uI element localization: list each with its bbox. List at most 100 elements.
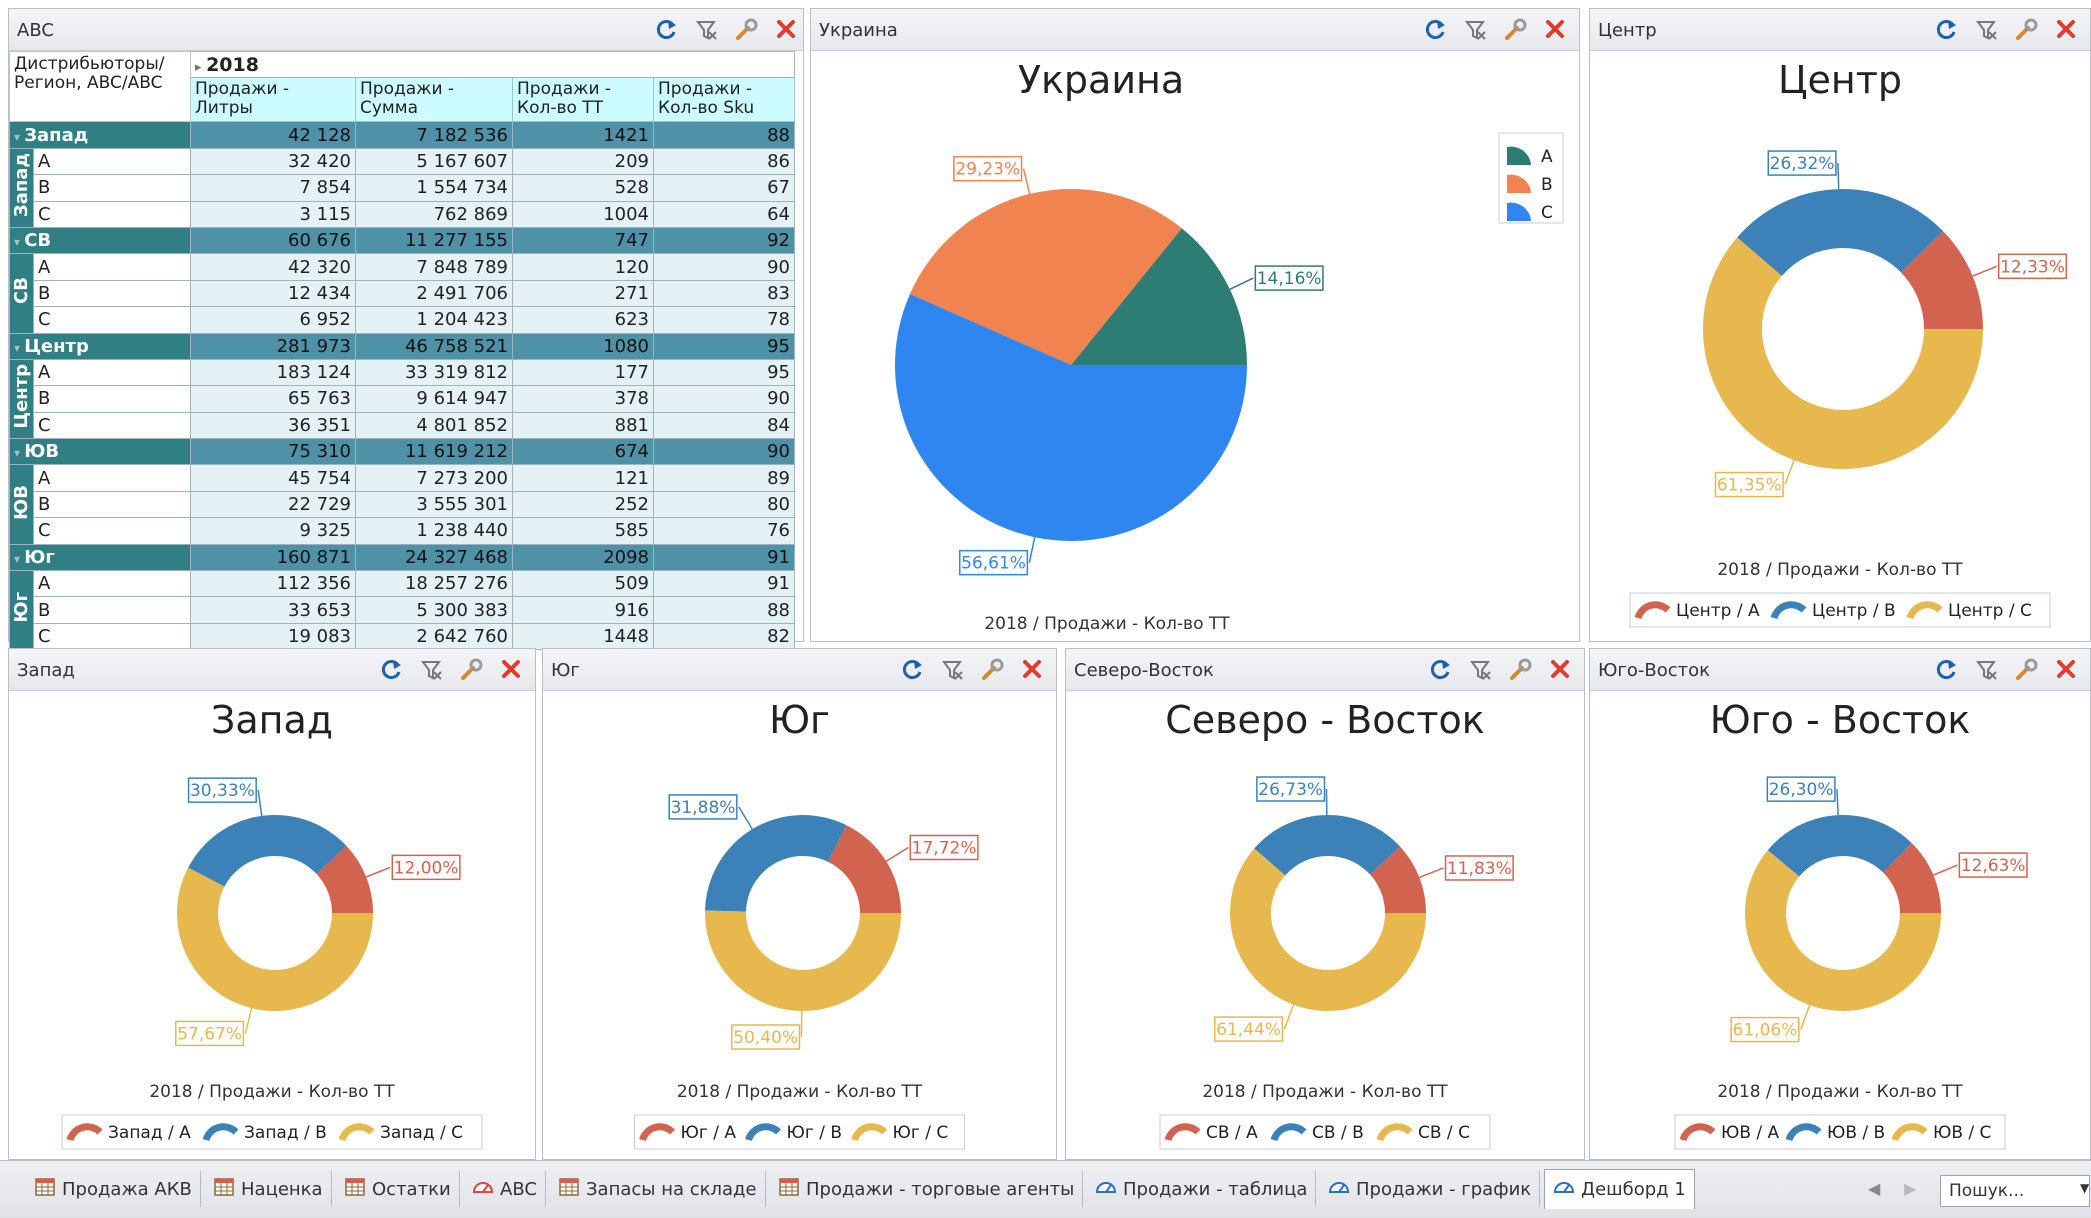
table-icon-graphic	[779, 1177, 799, 1196]
close-icon[interactable]	[1543, 17, 1569, 43]
value-label: 31,88%	[671, 798, 736, 818]
legend-label: Запад / A	[108, 1123, 191, 1143]
pivot-group-row[interactable]: ▾ Центр 281 973 46 758 521 1080 95	[9, 332, 795, 360]
close-icon[interactable]	[499, 657, 525, 683]
pivot-group-vertical-label: ЮВ	[9, 464, 34, 545]
refresh-icon[interactable]	[1428, 657, 1454, 683]
close-icon[interactable]	[1020, 657, 1046, 683]
pivot-group-row[interactable]: ▾ Запад 42 128 7 182 536 1421 88	[9, 121, 795, 149]
settings-wrench-icon[interactable]	[2014, 17, 2040, 43]
tab-продажи---торговые-агенты[interactable]: Продажи - торговые агенты	[770, 1171, 1084, 1207]
settings-wrench-icon[interactable]	[1503, 17, 1529, 43]
close-icon[interactable]	[774, 17, 800, 43]
refresh-icon[interactable]	[379, 657, 405, 683]
settings-wrench-icon[interactable]	[1508, 657, 1534, 683]
tab-label: Остатки	[372, 1178, 451, 1200]
filter-cross	[708, 31, 717, 40]
pivot-group-label[interactable]: ▾ Центр	[9, 332, 191, 360]
slice-C	[705, 910, 901, 1011]
pivot-cell: 90	[653, 253, 795, 281]
settings-wrench-icon[interactable]	[459, 657, 485, 683]
refresh-icon[interactable]	[900, 657, 926, 683]
expand-triangle-icon[interactable]: ▸	[195, 60, 206, 75]
clear-filter-icon[interactable]	[419, 657, 445, 683]
abc-panel: ABC Дистрибьюторы/Регион, ABC/ABC ▸ 2018 П…	[8, 8, 804, 651]
settings-wrench-icon-graphic	[2016, 658, 2038, 680]
tab-scroll-right-icon[interactable]: ▶	[1904, 1179, 1916, 1198]
tab-наценка[interactable]: Наценка	[205, 1171, 332, 1207]
pivot-column-header[interactable]: Продажи - Литры	[190, 77, 356, 123]
pivot-year-header[interactable]: ▸ 2018	[190, 50, 795, 79]
tab-abc[interactable]: ABC	[464, 1171, 546, 1207]
clear-filter-icon[interactable]	[694, 17, 720, 43]
collapse-triangle-icon[interactable]: ▾	[14, 341, 24, 355]
tab-label: Запасы на складе	[586, 1178, 757, 1200]
pivot-row-label: C	[33, 517, 191, 545]
pivot-cell: 112 356	[190, 570, 356, 598]
pivot-group-label[interactable]: ▾ Запад	[9, 121, 191, 149]
tab-дешборд-1[interactable]: Дешборд 1	[1544, 1169, 1695, 1209]
refresh-arrow	[1437, 20, 1445, 29]
search-dropdown-icon[interactable]: ▼	[2080, 1181, 2089, 1195]
value-label: 26,30%	[1769, 780, 1834, 800]
close-icon[interactable]	[2054, 17, 2080, 43]
pivot-total-cell: 90	[653, 438, 795, 466]
pivot-total-cell: 88	[653, 121, 795, 149]
table-icon	[778, 1176, 800, 1203]
settings-wrench-icon[interactable]	[2014, 657, 2040, 683]
tab-продажи---таблица[interactable]: Продажи - таблица	[1087, 1171, 1317, 1207]
pivot-cell: 7 848 789	[355, 253, 513, 281]
collapse-triangle-icon[interactable]: ▾	[14, 446, 24, 460]
tab-продажи---график[interactable]: Продажи - график	[1320, 1171, 1541, 1207]
collapse-triangle-icon[interactable]: ▾	[14, 130, 24, 144]
tab-продажа-акв[interactable]: Продажа АКВ	[26, 1171, 201, 1207]
refresh-icon[interactable]	[1934, 17, 1960, 43]
tab-scroll-left-icon[interactable]: ◀	[1868, 1179, 1880, 1198]
pivot-total-cell: 674	[512, 438, 654, 466]
clear-filter-icon[interactable]	[940, 657, 966, 683]
chart-title: Центр	[1778, 58, 1902, 102]
pivot-group-row[interactable]: ▾ СВ 60 676 11 277 155 747 92	[9, 226, 795, 255]
collapse-triangle-icon[interactable]: ▾	[14, 552, 24, 566]
pivot-total-cell: 60 676	[190, 226, 356, 255]
clear-filter-icon-graphic	[1470, 661, 1491, 680]
dashboard-icon-graphic	[472, 1181, 494, 1193]
settings-wrench-icon-graphic	[1510, 658, 1532, 680]
refresh-icon[interactable]	[1423, 17, 1449, 43]
pivot-column-header[interactable]: Продажи - Кол-во Sku	[653, 77, 795, 123]
pivot-cell: 12 434	[190, 279, 356, 308]
tab-запасы-на-складе[interactable]: Запасы на складе	[550, 1171, 766, 1207]
refresh-icon-graphic	[1936, 660, 1956, 679]
chart-body: Украина 14,16% 29,23% 56,61% 2018 / Продажи …	[811, 51, 1579, 641]
close-icon-graphic	[2057, 660, 2075, 678]
pivot-group-row[interactable]: ▾ ЮВ 75 310 11 619 212 674 90	[9, 438, 795, 466]
settings-wrench-icon-graphic	[1505, 18, 1527, 40]
legend-label: ЮВ / B	[1827, 1123, 1885, 1143]
pivot-total-cell: 42 128	[190, 121, 356, 149]
clear-filter-icon[interactable]	[1468, 657, 1494, 683]
search-input[interactable]: Пошук...	[1940, 1175, 2090, 1207]
pivot-group-row[interactable]: ▾ Юг 160 871 24 327 468 2098 91	[9, 543, 795, 572]
tab-остатки[interactable]: Остатки	[336, 1171, 460, 1207]
pivot-group-label[interactable]: ▾ СВ	[9, 226, 191, 255]
pivot-group-label[interactable]: ▾ Юг	[9, 543, 191, 572]
refresh-icon[interactable]	[654, 17, 680, 43]
close-icon-graphic	[1546, 20, 1564, 38]
refresh-arrow	[1442, 660, 1450, 669]
close-icon[interactable]	[2054, 657, 2080, 683]
clear-filter-icon[interactable]	[1974, 17, 2000, 43]
clear-filter-icon[interactable]	[1463, 17, 1489, 43]
settings-wrench-icon[interactable]	[980, 657, 1006, 683]
label-leader-line	[1419, 867, 1444, 879]
pivot-column-header[interactable]: Продажи - Кол-во ТТ	[512, 77, 654, 123]
pivot-group-label[interactable]: ▾ ЮВ	[9, 438, 191, 466]
pivot-column-header[interactable]: Продажи - Сумма	[355, 77, 513, 123]
close-icon-graphic	[777, 20, 795, 38]
close-icon[interactable]	[1548, 657, 1574, 683]
refresh-icon[interactable]	[1934, 657, 1960, 683]
settings-wrench-icon[interactable]	[734, 17, 760, 43]
collapse-triangle-icon[interactable]: ▾	[14, 235, 24, 249]
panel-title: Запад	[17, 660, 75, 681]
clear-filter-icon-graphic	[696, 21, 717, 40]
clear-filter-icon[interactable]	[1974, 657, 2000, 683]
